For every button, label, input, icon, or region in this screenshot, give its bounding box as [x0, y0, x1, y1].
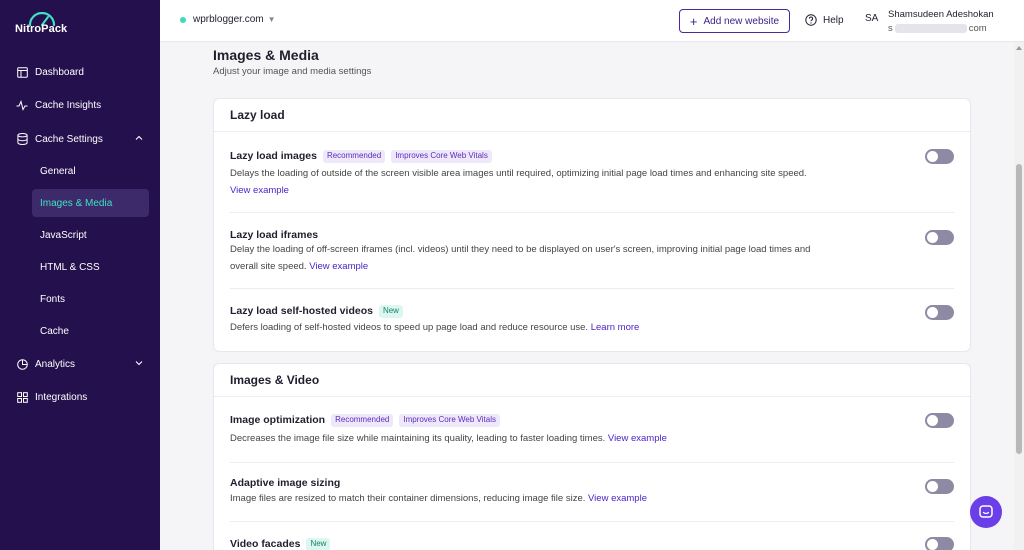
lazy-load-card: Lazy load Lazy load images Recommended I… — [213, 98, 971, 352]
chevron-down-icon — [135, 361, 143, 366]
database-icon — [16, 133, 28, 145]
setting-description: Delay the loading of off-screen iframes … — [230, 241, 820, 275]
images-video-card: Images & Video Image optimization Recomm… — [213, 363, 971, 550]
view-example-link[interactable]: View example — [230, 185, 289, 196]
pulse-icon — [16, 99, 28, 111]
help-circle-icon — [805, 14, 817, 26]
setting-title-text: Adaptive image sizing — [230, 477, 341, 489]
sidebar-item-label: Analytics — [35, 358, 76, 370]
setting-description-text: Delays the loading of outside of the scr… — [230, 168, 807, 179]
sidebar-item-integrations[interactable]: Integrations — [0, 382, 160, 412]
layout-icon — [16, 66, 28, 78]
scroll-up-arrow-icon[interactable] — [1016, 46, 1022, 50]
sidebar-item-cache-insights[interactable]: Cache Insights — [0, 90, 160, 120]
setting-description: Defers loading of self-hosted videos to … — [230, 319, 820, 336]
caret-down-icon: ▼ — [267, 15, 276, 24]
lazy-load-images-toggle[interactable] — [925, 149, 954, 164]
setting-row-video-facades: Video facades New — [230, 522, 954, 550]
sidebar-subitem-cache[interactable]: Cache — [32, 317, 149, 345]
setting-title-text: Image optimization — [230, 414, 326, 427]
help-label: Help — [823, 14, 844, 26]
setting-title: Lazy load iframes — [230, 229, 318, 241]
pie-chart-icon — [16, 358, 28, 370]
page-title: Images & Media — [213, 47, 319, 63]
sidebar-item-label: Dashboard — [35, 66, 84, 78]
view-example-link[interactable]: View example — [309, 261, 368, 272]
chevron-up-icon — [135, 135, 143, 140]
setting-title: Lazy load images Recommended Improves Co… — [230, 150, 492, 163]
badge-recommended: Recommended — [331, 414, 394, 427]
setting-title-text: Video facades — [230, 538, 301, 550]
email-redacted — [894, 24, 967, 33]
video-facades-toggle[interactable] — [925, 537, 954, 550]
setting-description: Delays the loading of outside of the scr… — [230, 165, 820, 199]
sidebar: NitroPack Dashboard Cache Insights Cache… — [0, 0, 160, 550]
site-selector[interactable]: wprblogger.com ▼ — [180, 14, 276, 25]
sidebar-subitem-fonts[interactable]: Fonts — [32, 285, 149, 313]
page-subtitle: Adjust your image and media settings — [213, 66, 372, 77]
sidebar-item-cache-settings[interactable]: Cache Settings — [0, 124, 160, 154]
grid-icon — [16, 391, 28, 403]
lazy-load-videos-toggle[interactable] — [925, 305, 954, 320]
setting-description-text: Decreases the image file size while main… — [230, 433, 606, 444]
help-link[interactable]: Help — [805, 14, 844, 26]
lazy-load-iframes-toggle[interactable] — [925, 230, 954, 245]
brand-name: NitroPack — [15, 23, 68, 35]
add-new-website-label: Add new website — [703, 15, 780, 27]
sidebar-item-label: Integrations — [35, 391, 88, 403]
add-new-website-button[interactable]: + Add new website — [679, 9, 790, 33]
setting-description: Image files are resized to match their c… — [230, 490, 820, 507]
setting-description-text: Defers loading of self-hosted videos to … — [230, 322, 589, 333]
card-title: Lazy load — [214, 99, 970, 132]
sidebar-subitem-javascript[interactable]: JavaScript — [32, 221, 149, 249]
nitropack-logo[interactable]: NitroPack — [15, 12, 75, 36]
badge-recommended: Recommended — [322, 150, 386, 163]
user-email: s com — [888, 23, 987, 34]
adaptive-image-sizing-toggle[interactable] — [925, 479, 954, 494]
setting-title-text: Lazy load images — [230, 150, 317, 163]
learn-more-link[interactable]: Learn more — [591, 322, 640, 333]
view-example-link[interactable]: View example — [608, 433, 667, 444]
image-optimization-toggle[interactable] — [925, 413, 954, 428]
setting-title: Adaptive image sizing — [230, 477, 340, 489]
card-title: Images & Video — [214, 364, 970, 397]
plus-icon: + — [689, 13, 698, 29]
user-email-end: com — [968, 23, 987, 34]
user-email-start: s — [888, 23, 893, 34]
sidebar-item-dashboard[interactable]: Dashboard — [0, 57, 160, 87]
site-name: wprblogger.com — [193, 14, 264, 25]
avatar[interactable]: SA — [865, 13, 878, 24]
badge-core-web-vitals: Improves Core Web Vitals — [391, 150, 492, 163]
setting-row-image-optimization: Image optimization Recommended Improves … — [230, 397, 954, 463]
view-example-link[interactable]: View example — [588, 493, 647, 504]
status-dot — [180, 16, 186, 23]
sidebar-subitem-html-css[interactable]: HTML & CSS — [32, 253, 149, 281]
scrollbar-thumb[interactable] — [1016, 164, 1022, 454]
setting-row-lazy-load-videos: Lazy load self-hosted videos New Defers … — [230, 289, 954, 351]
setting-title: Lazy load self-hosted videos New — [230, 305, 403, 318]
setting-title-text: Lazy load self-hosted videos — [230, 305, 373, 318]
chat-icon — [979, 505, 993, 518]
setting-description: Decreases the image file size while main… — [230, 430, 820, 447]
user-name: Shamsudeen Adeshokan — [888, 9, 994, 20]
top-header: wprblogger.com ▼ + Add new website Help … — [160, 0, 1024, 42]
badge-new: New — [378, 305, 403, 318]
sidebar-subitem-images-media[interactable]: Images & Media — [32, 189, 149, 217]
sidebar-item-label: Cache Settings — [35, 133, 103, 145]
setting-title: Image optimization Recommended Improves … — [230, 414, 500, 427]
setting-row-lazy-load-images: Lazy load images Recommended Improves Co… — [230, 132, 954, 213]
sidebar-item-analytics[interactable]: Analytics — [0, 349, 160, 379]
sidebar-subitem-general[interactable]: General — [32, 157, 149, 185]
page-scrollbar[interactable] — [1014, 42, 1024, 550]
setting-description-text: Image files are resized to match their c… — [230, 493, 586, 504]
badge-core-web-vitals: Improves Core Web Vitals — [399, 414, 500, 427]
setting-row-adaptive-image-sizing: Adaptive image sizing Image files are re… — [230, 463, 954, 522]
setting-row-lazy-load-iframes: Lazy load iframes Delay the loading of o… — [230, 213, 954, 289]
badge-new: New — [306, 538, 331, 550]
sidebar-item-label: Cache Insights — [35, 99, 102, 111]
setting-title-text: Lazy load iframes — [230, 229, 319, 241]
setting-title: Video facades New — [230, 538, 331, 550]
chat-support-button[interactable] — [970, 496, 1002, 528]
